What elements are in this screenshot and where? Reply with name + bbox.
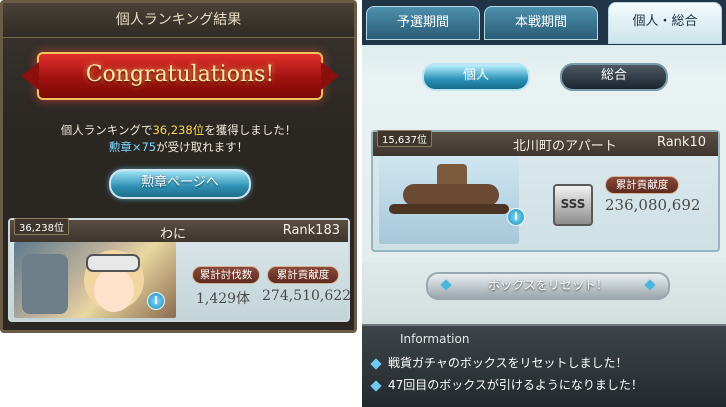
- reset-box-button[interactable]: ボックスをリセット！: [426, 272, 670, 300]
- reset-button-label: ボックスをリセット！: [488, 278, 608, 292]
- rank-position: 15,637位: [377, 130, 432, 147]
- information-title: Information: [400, 332, 470, 346]
- information-panel: Information 戦貨ガチャのボックスをリセットしました！ 47回目のボッ…: [362, 324, 726, 407]
- crew-name: 北川町のアパート: [513, 139, 617, 154]
- info-line: 戦貨ガチャのボックスをリセットしました！: [388, 356, 628, 370]
- kills-label: 累計討伐数: [192, 266, 260, 284]
- bullet-icon: [370, 380, 382, 392]
- total-toggle-button[interactable]: 総合: [560, 63, 668, 91]
- medal-page-button[interactable]: 勲章ページへ: [109, 169, 251, 199]
- congratulations-banner: Congratulations!: [21, 52, 339, 100]
- airship-image: [379, 156, 519, 244]
- ranking-tabs-panel: 予選期間 本戦期間 個人・総合 個人 総合 15,637位 北川町のアパート R…: [362, 0, 726, 262]
- tab-bar: 予選期間 本戦期間 個人・総合: [362, 0, 726, 45]
- robot-figure: [22, 254, 68, 314]
- character-face: [94, 268, 134, 312]
- sss-grade-badge: SSS: [553, 184, 593, 226]
- tab-main[interactable]: 本戦期間: [484, 6, 598, 40]
- tab-individual-total[interactable]: 個人・総合: [608, 2, 722, 44]
- rank-message-rank: 36,238位: [152, 123, 205, 137]
- contribution-label: 累計貢献度: [605, 176, 679, 194]
- medal-message-post: が受け取れます！: [156, 140, 249, 154]
- card-header: 36,238位 わに Rank183: [10, 218, 348, 242]
- ship-fin: [389, 204, 509, 214]
- tab-preliminary[interactable]: 予選期間: [366, 6, 480, 40]
- rank-message: 個人ランキングで36,238位を獲得しました！: [3, 122, 354, 138]
- diamond-icon: [440, 279, 452, 291]
- reset-area: ボックスをリセット！: [362, 262, 726, 324]
- goggles: [86, 254, 140, 272]
- ship-hull: [403, 184, 499, 206]
- ranking-result-panel: 個人ランキング結果 Congratulations! 個人ランキングで36,23…: [0, 0, 357, 333]
- diamond-icon: [644, 279, 656, 291]
- banner-text: Congratulations!: [85, 62, 275, 87]
- player-name: わに: [160, 227, 187, 242]
- crew-rank-card: 15,637位 北川町のアパート Rank10 i SSS 累計貢献度 236,…: [371, 130, 720, 252]
- rank-message-pre: 個人ランキングで: [60, 123, 153, 137]
- info-line: 47回目のボックスが引けるようになりました！: [388, 378, 643, 392]
- info-icon[interactable]: i: [507, 208, 525, 226]
- kills-value: 1,429体: [196, 291, 251, 307]
- rank-message-post: を獲得しました！: [204, 123, 297, 137]
- contribution-value: 236,080,692: [605, 196, 701, 214]
- bullet-icon: [370, 358, 382, 370]
- medal-count: 勲章×75: [108, 140, 157, 154]
- contribution-value: 274,510,622: [262, 288, 352, 304]
- player-rank: Rank183: [282, 223, 340, 238]
- contribution-label: 累計貢献度: [267, 266, 339, 284]
- medal-message: 勲章×75が受け取れます！: [3, 139, 354, 155]
- crew-rank: Rank10: [656, 135, 706, 150]
- player-rank-card: 36,238位 わに Rank183 i 累計討伐数 累計貢献度 1,429体 …: [8, 218, 352, 322]
- panel-title: 個人ランキング結果: [3, 3, 354, 38]
- info-icon[interactable]: i: [147, 292, 165, 310]
- individual-toggle-button[interactable]: 個人: [422, 63, 530, 91]
- rank-position: 36,238位: [14, 218, 69, 235]
- card-header: 15,637位 北川町のアパート Rank10: [373, 130, 718, 156]
